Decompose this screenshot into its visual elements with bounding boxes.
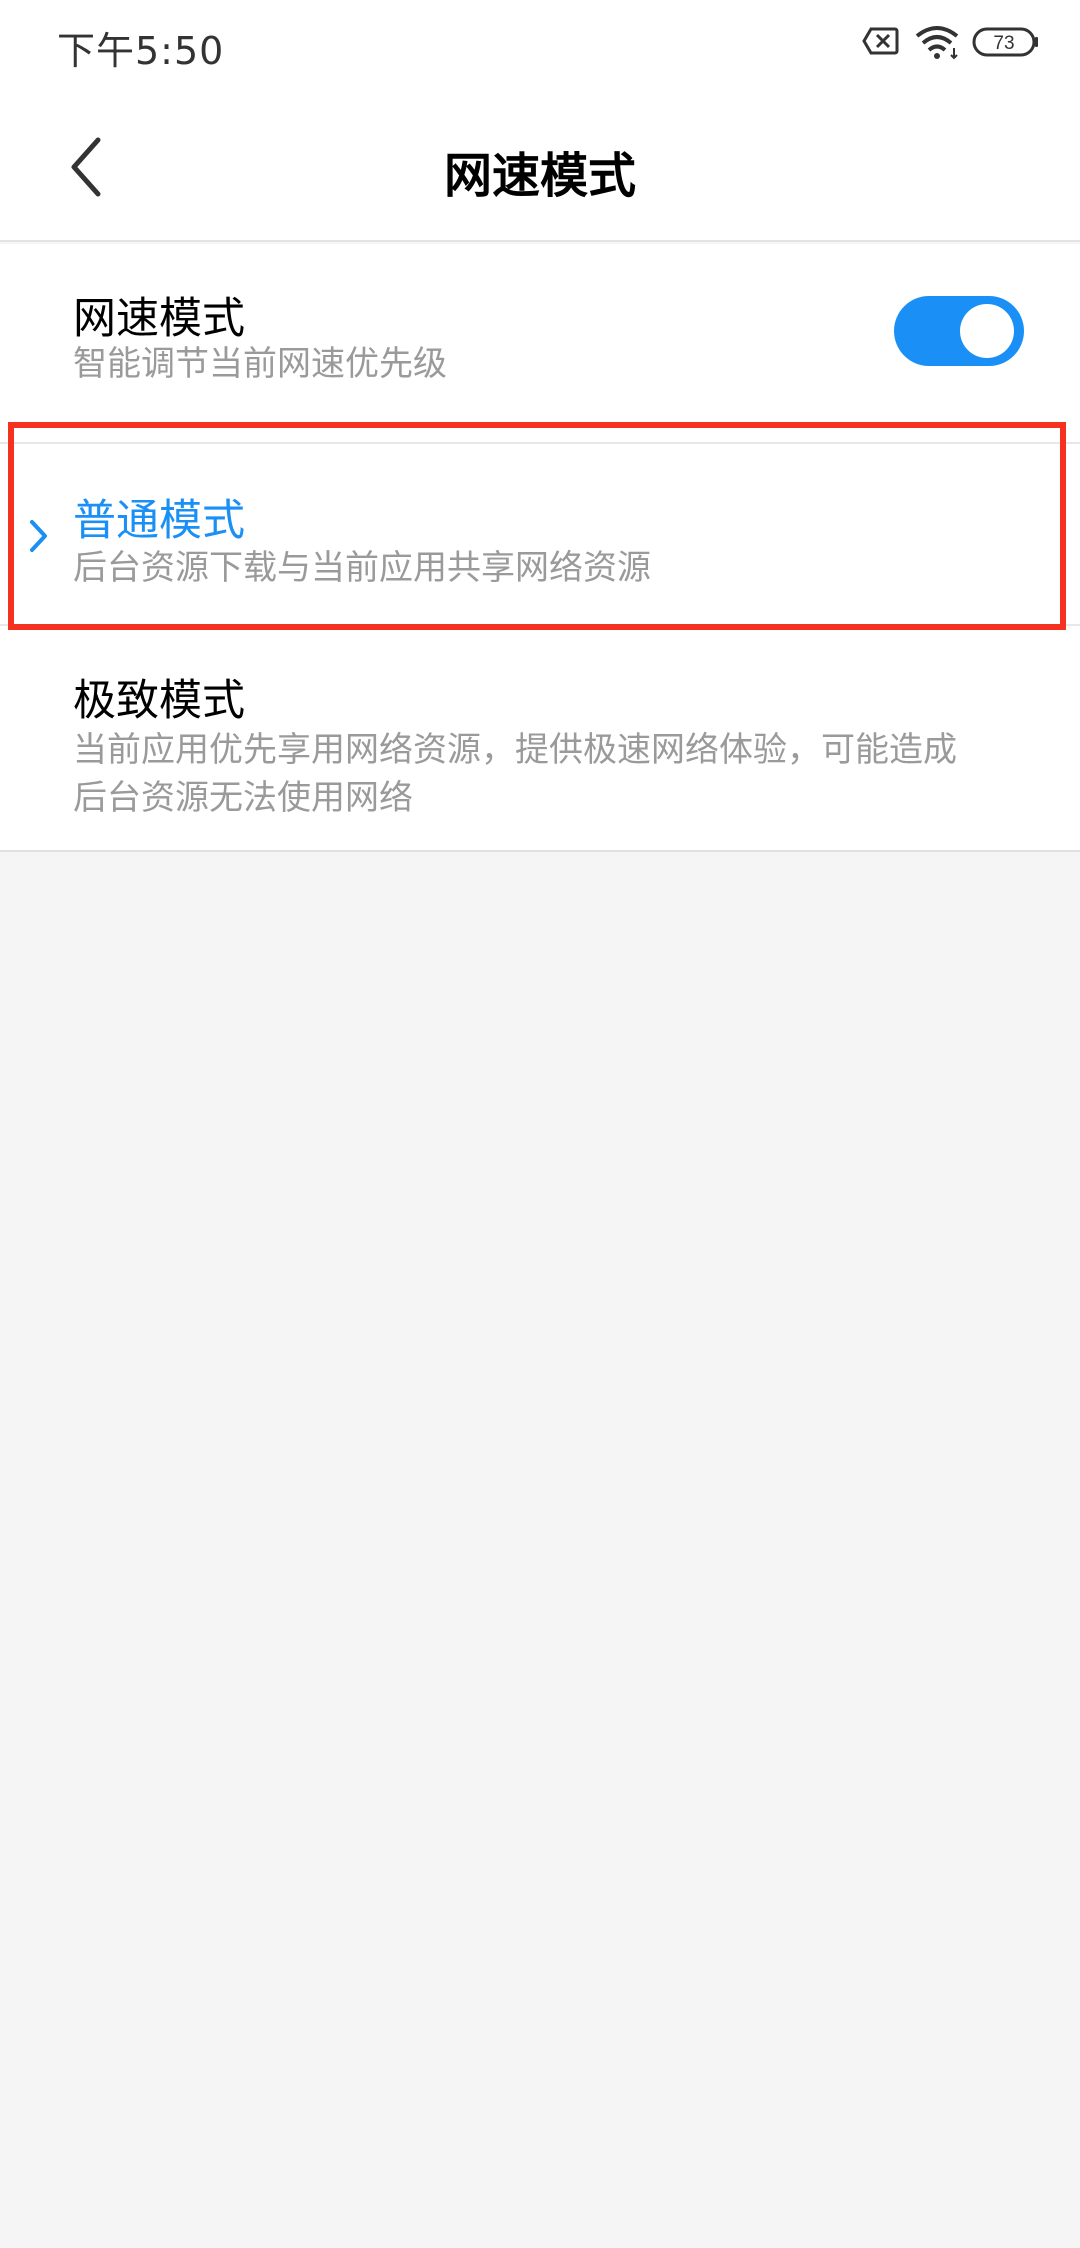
battery-level: 73	[993, 33, 1014, 54]
speed-mode-description: 智能调节当前网速优先级	[73, 344, 447, 384]
speed-mode-title: 网速模式	[73, 294, 245, 344]
wifi-icon	[915, 26, 959, 60]
screen: 下午5:50 73 网速模式 网速模式 智能调节当前网速优先级 普通模式 后台资…	[0, 0, 1080, 2248]
status-time: 下午5:50	[57, 29, 225, 73]
battery-icon: 73	[972, 27, 1038, 57]
settings-list: 网速模式 智能调节当前网速优先级 普通模式 后台资源下载与当前应用共享网络资源 …	[0, 244, 1080, 852]
extreme-mode-title: 极致模式	[73, 676, 245, 726]
speed-mode-toggle[interactable]	[894, 296, 1024, 366]
normal-mode-option[interactable]: 普通模式 后台资源下载与当前应用共享网络资源	[0, 444, 1080, 626]
extreme-mode-description: 当前应用优先享用网络资源，提供极速网络体验，可能造成后台资源无法使用网络	[73, 730, 957, 818]
page-title: 网速模式	[443, 148, 636, 204]
sim-no-service-icon	[862, 27, 899, 55]
normal-mode-description: 后台资源下载与当前应用共享网络资源	[73, 548, 651, 588]
toggle-knob	[960, 304, 1014, 358]
normal-mode-title: 普通模式	[73, 496, 245, 546]
extreme-mode-option[interactable]: 极致模式 当前应用优先享用网络资源，提供极速网络体验，可能造成后台资源无法使用网…	[0, 626, 1080, 852]
status-bar: 下午5:50 73	[0, 0, 1080, 92]
chevron-right-icon	[30, 520, 47, 552]
speed-mode-row: 网速模式 智能调节当前网速优先级	[0, 244, 1080, 444]
title-bar: 网速模式	[0, 92, 1080, 242]
